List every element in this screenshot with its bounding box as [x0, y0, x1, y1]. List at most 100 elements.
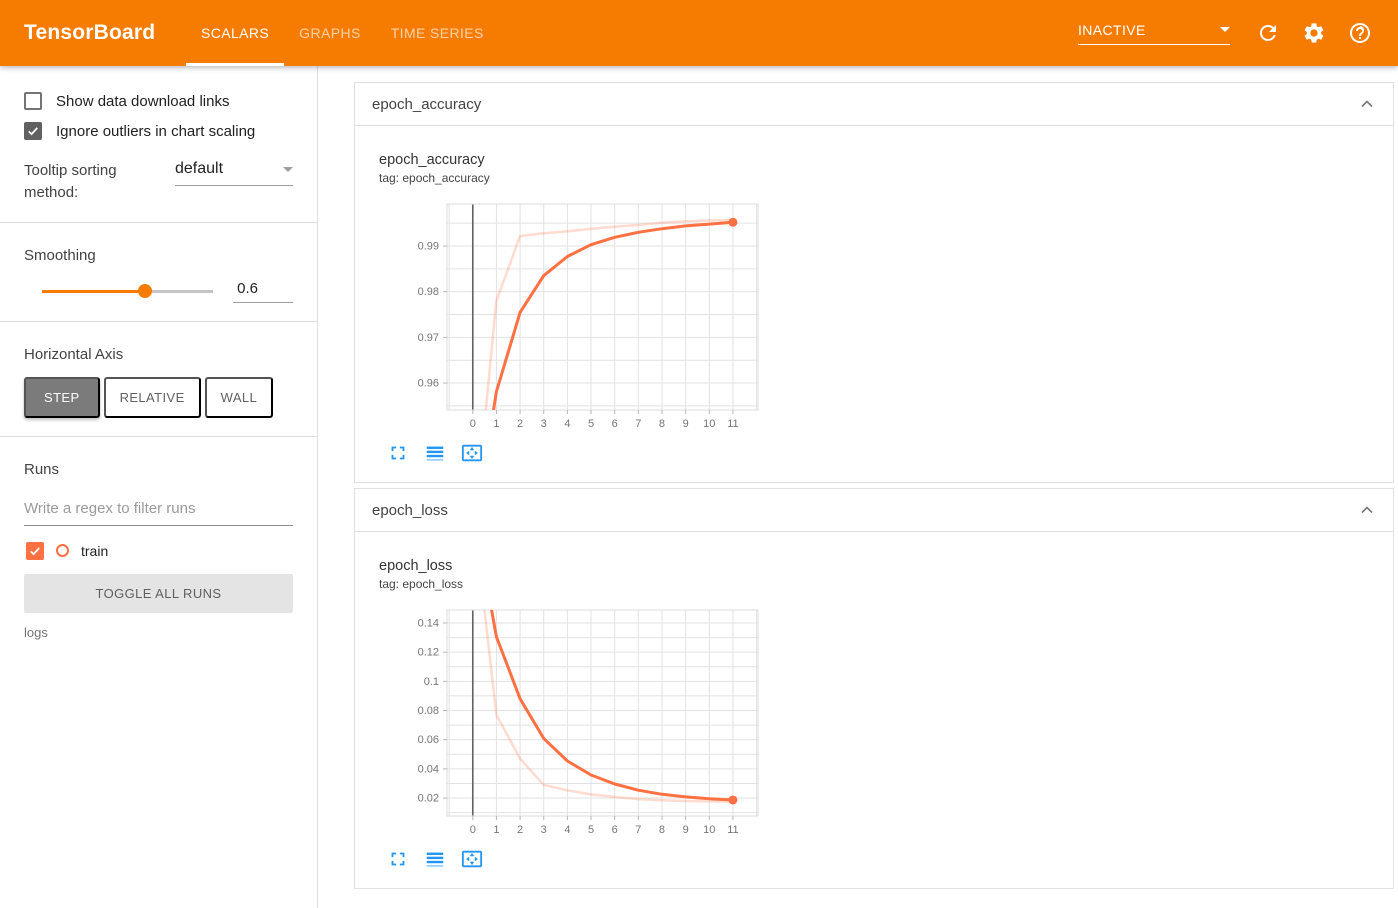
svg-text:11: 11: [727, 824, 738, 836]
chart-title: epoch_loss: [379, 558, 453, 574]
reload-status-dropdown[interactable]: INACTIVE: [1078, 22, 1230, 45]
checkbox-label: Ignore outliers in chart scaling: [56, 122, 256, 140]
slider-thumb[interactable]: [137, 284, 152, 298]
svg-text:9: 9: [683, 824, 689, 836]
svg-text:3: 3: [541, 824, 547, 836]
chart-title: epoch_accuracy: [379, 152, 485, 168]
chevron-up-icon: [1361, 506, 1373, 514]
svg-text:10: 10: [703, 824, 715, 836]
app-header: TensorBoard SCALARS GRAPHS TIME SERIES I…: [0, 0, 1398, 66]
horizontal-axis-label: Horizontal Axis: [24, 345, 124, 363]
horizontal-axis-section: Horizontal Axis STEP RELATIVE WALL: [0, 322, 317, 437]
tab-scalars[interactable]: SCALARS: [186, 0, 285, 66]
smoothing-section: Smoothing 0.6: [0, 223, 317, 322]
fullscreen-icon: [391, 852, 405, 866]
svg-text:7: 7: [635, 824, 641, 836]
card-title: epoch_loss: [372, 501, 448, 519]
svg-text:8: 8: [659, 418, 665, 430]
svg-text:6: 6: [612, 418, 618, 430]
header-actions: INACTIVE: [1078, 0, 1398, 66]
svg-text:4: 4: [564, 418, 570, 430]
runs-label: Runs: [24, 460, 60, 478]
expand-chart-button[interactable]: [387, 848, 409, 870]
expand-chart-button[interactable]: [387, 442, 409, 464]
chevron-down-icon: [283, 166, 293, 172]
show-download-links-checkbox[interactable]: Show data download links: [24, 92, 293, 110]
fullscreen-icon: [391, 446, 405, 460]
svg-text:9: 9: [683, 418, 689, 430]
card-title: epoch_accuracy: [372, 95, 482, 113]
overscan-icon: [461, 850, 483, 868]
chart-tag: tag: epoch_accuracy: [379, 171, 490, 185]
logdir-label: logs: [24, 624, 48, 640]
smoothing-value-input[interactable]: 0.6: [233, 280, 293, 303]
main-tabs: SCALARS GRAPHS TIME SERIES: [186, 0, 499, 66]
chart-block: epoch_loss tag: epoch_loss 0.02 0.04 0.06 0…: [379, 558, 1393, 870]
svg-text:0.1: 0.1: [424, 676, 439, 688]
svg-text:0.04: 0.04: [418, 763, 439, 775]
svg-text:8: 8: [659, 824, 665, 836]
chevron-up-icon: [1361, 100, 1373, 108]
svg-text:2: 2: [517, 824, 523, 836]
settings-button[interactable]: [1302, 21, 1326, 45]
run-checkbox-checked-icon[interactable]: [26, 541, 44, 560]
axis-step-button[interactable]: STEP: [24, 376, 100, 418]
tab-time-series[interactable]: TIME SERIES: [376, 0, 499, 66]
card-header[interactable]: epoch_accuracy: [355, 83, 1393, 126]
run-color-swatch-icon: [56, 544, 69, 557]
svg-text:1: 1: [493, 824, 499, 836]
tooltip-sorting-label: Tooltip sorting method:: [24, 162, 117, 201]
collapse-card-button[interactable]: [1355, 498, 1379, 522]
dashboard-main: epoch_accuracy epoch_accuracy tag: epoch…: [318, 66, 1398, 908]
svg-text:0.02: 0.02: [418, 793, 439, 805]
line-chart-epoch-loss[interactable]: 0.02 0.04 0.06 0.08 0.1 0.12 0.14 0 1 2 3 4 5 6 7 8 9 10 1…: [379, 598, 761, 840]
axis-relative-button[interactable]: RELATIVE: [103, 376, 201, 418]
runs-filter-input[interactable]: [24, 493, 293, 526]
scalar-card-epoch-accuracy: epoch_accuracy epoch_accuracy tag: epoch…: [354, 82, 1394, 483]
card-header[interactable]: epoch_loss: [355, 489, 1393, 532]
tooltip-sorting-select[interactable]: default: [175, 160, 293, 186]
svg-text:0: 0: [470, 418, 476, 430]
fit-domain-button[interactable]: [461, 442, 483, 464]
help-button[interactable]: [1348, 21, 1372, 45]
log-scale-button[interactable]: [424, 848, 446, 870]
checkbox-unchecked-icon: [24, 92, 42, 110]
svg-text:1: 1: [493, 418, 499, 430]
svg-text:0.12: 0.12: [418, 647, 439, 659]
run-item-train[interactable]: train: [26, 541, 293, 560]
svg-text:0.98: 0.98: [418, 286, 439, 298]
app-title: TensorBoard: [24, 21, 156, 44]
chart-tag: tag: epoch_loss: [379, 577, 464, 591]
svg-text:0.14: 0.14: [418, 617, 439, 629]
line-chart-epoch-accuracy[interactable]: 0.96 0.97 0.98 0.99 0 1 2 3 4 5 6 7 8 9 10 11: [379, 192, 761, 434]
tooltip-sorting-value: default: [175, 160, 224, 177]
ignore-outliers-checkbox[interactable]: Ignore outliers in chart scaling: [24, 122, 293, 140]
collapse-card-button[interactable]: [1355, 92, 1379, 116]
toggle-all-runs-button[interactable]: TOGGLE ALL RUNS: [24, 573, 293, 613]
slider-fill: [42, 290, 145, 293]
run-name: train: [81, 542, 109, 559]
svg-text:0.97: 0.97: [418, 332, 439, 344]
svg-text:5: 5: [588, 824, 594, 836]
refresh-button[interactable]: [1256, 21, 1280, 45]
svg-text:10: 10: [703, 418, 715, 430]
fit-domain-button[interactable]: [461, 848, 483, 870]
svg-text:11: 11: [727, 418, 738, 430]
lines-icon: [426, 446, 444, 461]
svg-text:0: 0: [470, 824, 476, 836]
checkbox-checked-icon: [24, 122, 42, 140]
tensorboard-app: TensorBoard SCALARS GRAPHS TIME SERIES I…: [0, 0, 1398, 908]
tab-graphs[interactable]: GRAPHS: [284, 0, 376, 66]
smoothing-slider[interactable]: [42, 284, 214, 298]
chart-block: epoch_accuracy tag: epoch_accuracy 0.96 0…: [379, 152, 1393, 464]
log-scale-button[interactable]: [424, 442, 446, 464]
svg-text:7: 7: [635, 418, 641, 430]
smoothing-label: Smoothing: [24, 246, 96, 264]
svg-text:0.96: 0.96: [418, 378, 439, 390]
chevron-down-icon: [1220, 27, 1230, 32]
tooltip-sorting-row: Tooltip sorting method: default: [24, 160, 293, 204]
gear-icon: [1304, 23, 1324, 43]
svg-text:6: 6: [612, 824, 618, 836]
axis-wall-button[interactable]: WALL: [204, 376, 274, 418]
svg-text:0.99: 0.99: [418, 241, 439, 253]
